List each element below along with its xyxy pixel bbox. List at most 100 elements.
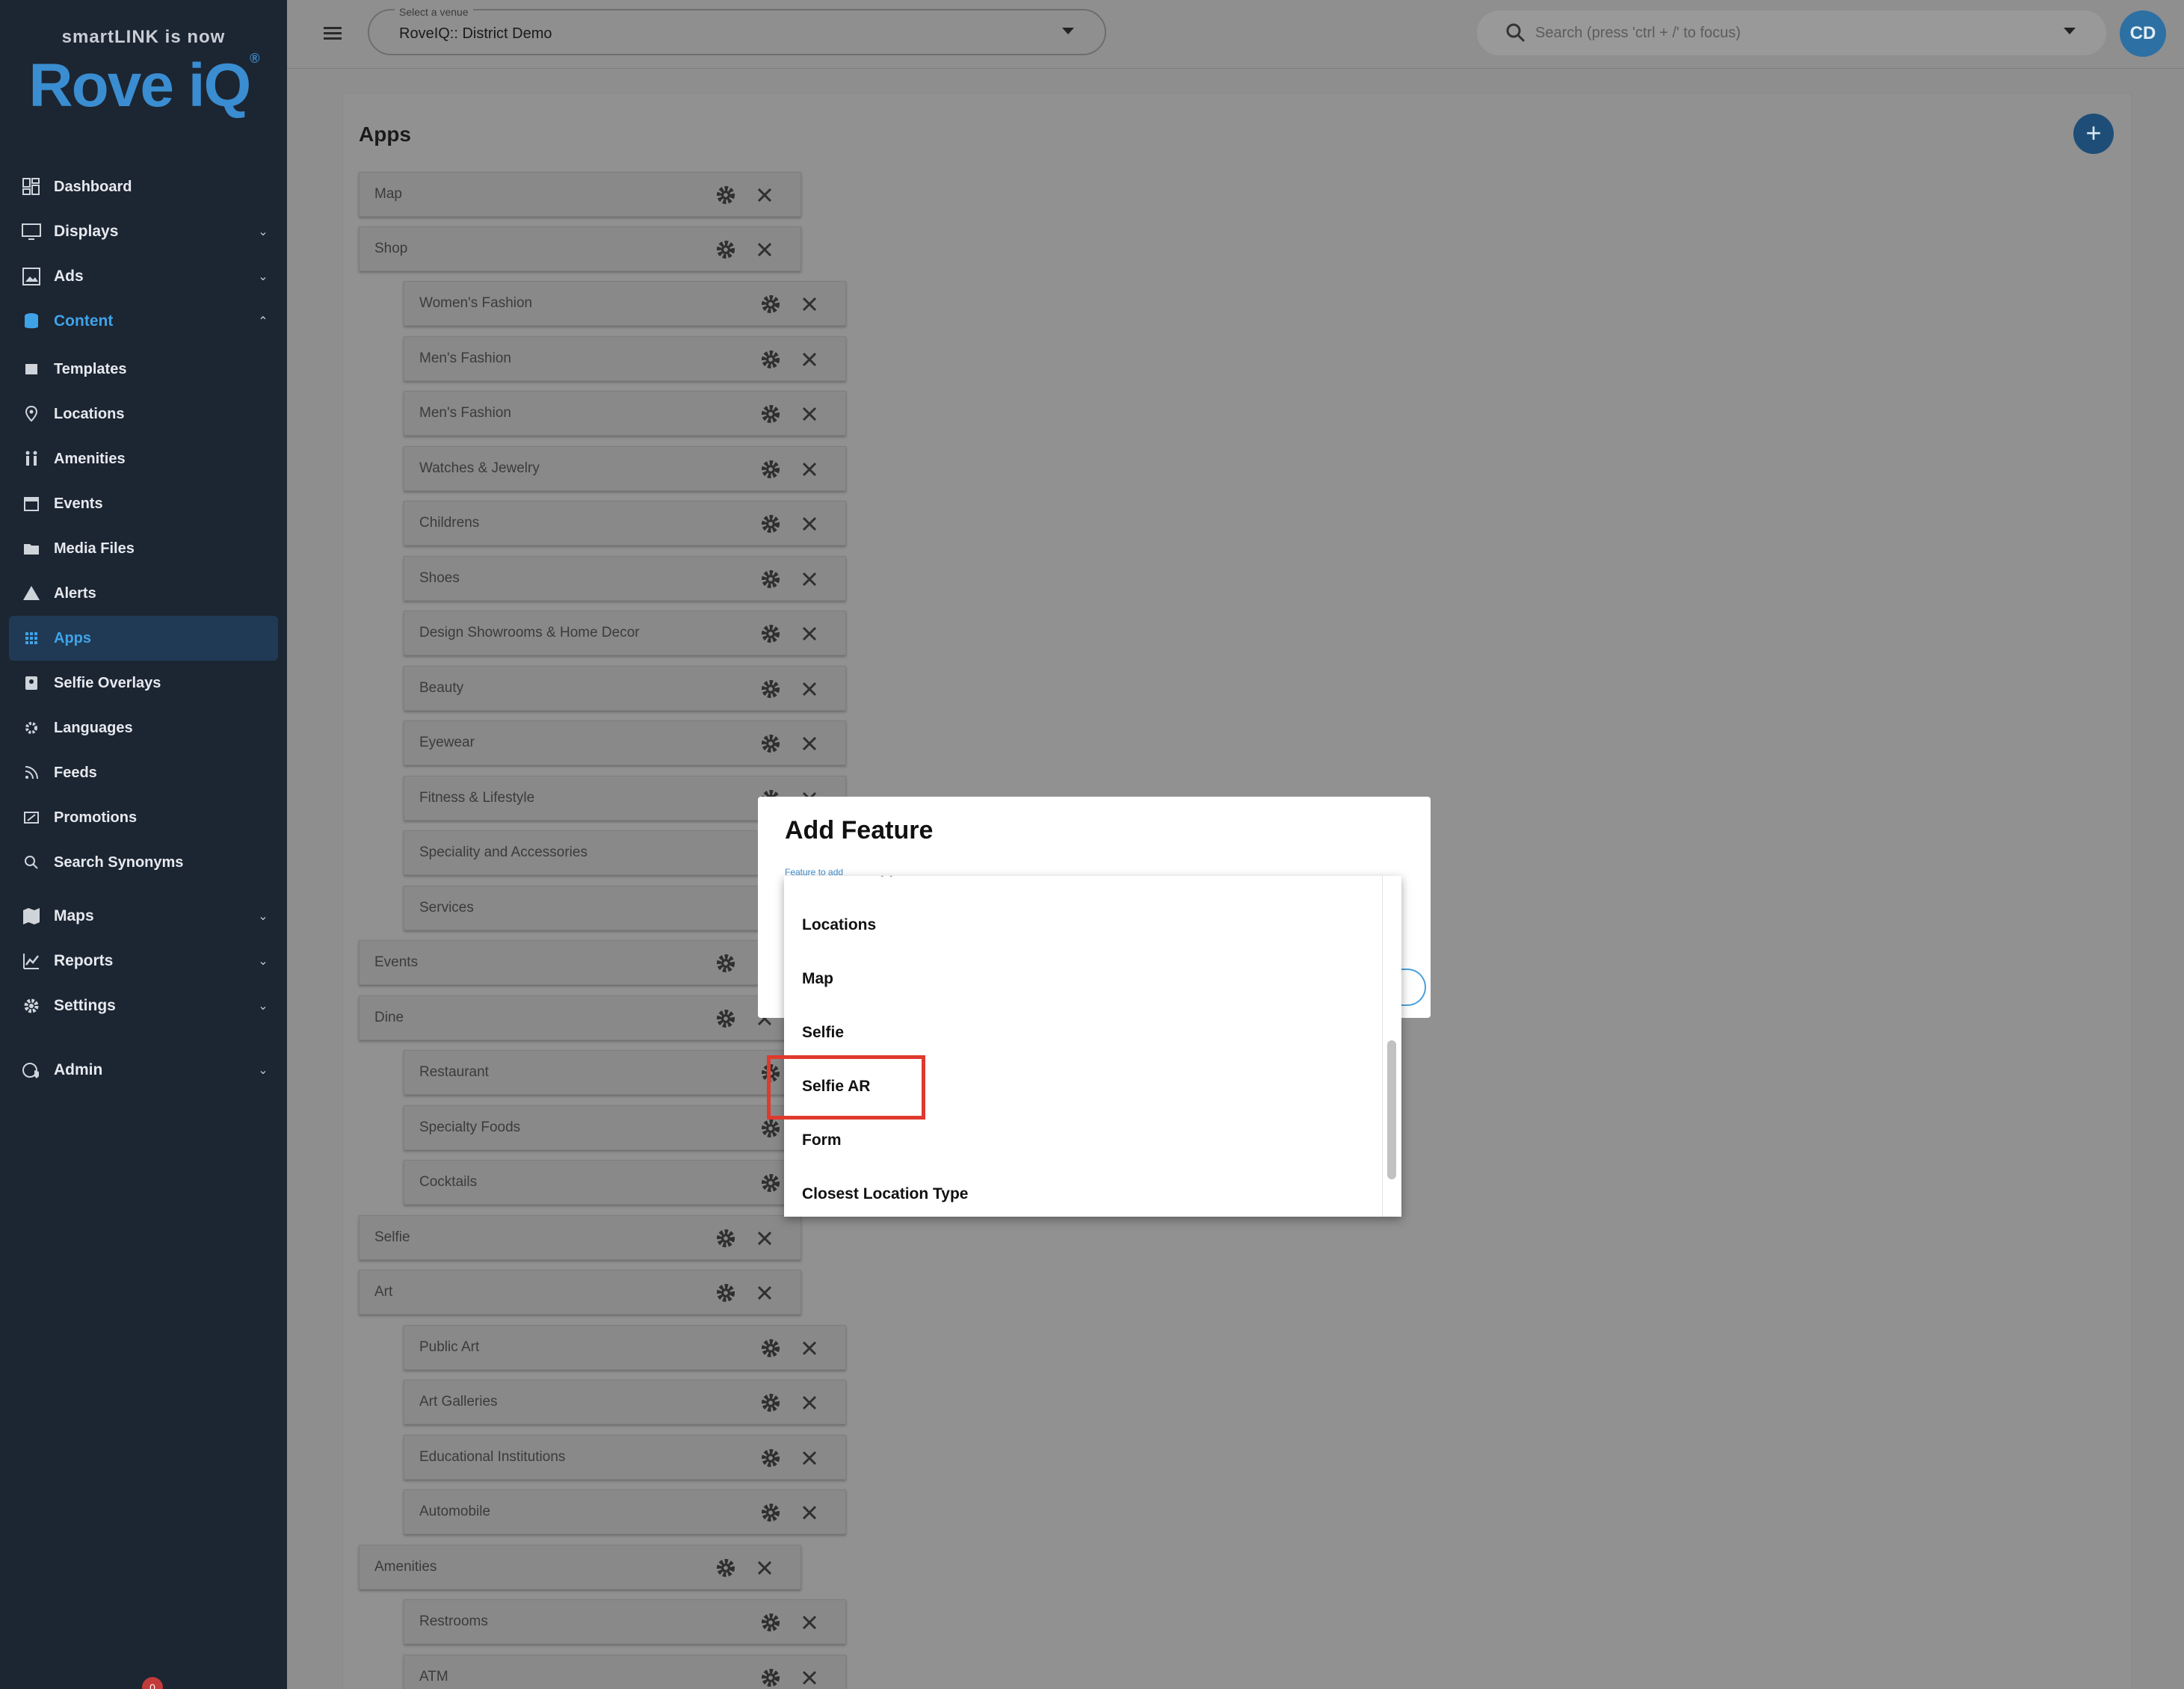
sidebar-item-media-files[interactable]: Media Files [9,526,278,571]
venue-select[interactable]: Select a venue RoveIQ:: District Demo [368,6,1106,55]
close-icon[interactable] [754,185,775,206]
feature-option[interactable]: Location Types [802,876,916,877]
feature-option[interactable]: Closest Location Type [802,1185,968,1203]
user-avatar[interactable]: CD [2120,10,2166,57]
gear-icon[interactable] [759,402,783,426]
gear-icon[interactable] [759,1446,783,1470]
sidebar-item-languages[interactable]: Languages [9,705,278,750]
app-item[interactable]: Shoes [404,556,846,601]
sidebar-item-content[interactable]: Content ⌃ [9,299,278,344]
close-icon[interactable] [799,1667,820,1688]
feature-option[interactable]: Map [802,970,833,988]
gear-icon[interactable] [759,1501,783,1525]
feature-options-list[interactable]: Location TypesLocationsMapSelfieSelfie A… [784,876,1401,1217]
sidebar-item-dashboard[interactable]: Dashboard [9,164,278,209]
gear-icon[interactable] [714,183,738,207]
gear-icon[interactable] [759,1336,783,1360]
notification-badge[interactable]: 0 [142,1677,163,1689]
gear-icon[interactable] [759,567,783,591]
add-feature-button[interactable]: + [2073,114,2114,154]
feature-option[interactable]: Locations [802,916,876,934]
gear-icon[interactable] [759,292,783,316]
gear-icon[interactable] [759,1391,783,1415]
global-search[interactable]: Search (press 'ctrl + /' to focus) [1477,10,2106,55]
app-item[interactable]: Map [359,172,801,217]
sidebar-item-templates[interactable]: Templates [9,347,278,392]
close-icon[interactable] [799,294,820,315]
app-item[interactable]: Events [359,940,801,985]
sidebar-item-settings[interactable]: Settings ⌄ [9,984,278,1028]
close-icon[interactable] [754,1282,775,1303]
close-icon[interactable] [754,239,775,260]
sidebar-item-search-synonyms[interactable]: Search Synonyms [9,840,278,885]
chevron-down-icon[interactable] [2063,27,2076,36]
app-item[interactable]: Automobile [404,1489,846,1534]
close-icon[interactable] [799,1612,820,1633]
gear-icon[interactable] [714,1007,738,1031]
app-item[interactable]: Beauty [404,666,846,711]
sidebar-item-events[interactable]: Events [9,481,278,526]
gear-icon[interactable] [759,1611,783,1634]
gear-icon[interactable] [759,1117,783,1140]
sidebar-item-admin[interactable]: Admin ⌄ [9,1048,278,1093]
gear-icon[interactable] [714,1281,738,1305]
app-item[interactable]: Eyewear [404,720,846,765]
sidebar-item-locations[interactable]: Locations [9,392,278,436]
feature-option[interactable]: Selfie [802,1024,844,1042]
gear-icon[interactable] [759,677,783,701]
close-icon[interactable] [799,623,820,644]
app-item[interactable]: Art [359,1270,801,1315]
sidebar-item-promotions[interactable]: Promotions [9,795,278,840]
close-icon[interactable] [799,459,820,480]
scrollbar-thumb[interactable] [1387,1040,1396,1179]
gear-icon[interactable] [759,512,783,536]
app-item[interactable]: Art Galleries [404,1380,846,1424]
close-icon[interactable] [799,513,820,534]
gear-icon[interactable] [759,1171,783,1195]
gear-icon[interactable] [759,622,783,646]
feature-option[interactable]: Form [802,1131,842,1149]
close-icon[interactable] [799,1338,820,1359]
app-item[interactable]: Men's Fashion [404,336,846,381]
search-input[interactable]: Search (press 'ctrl + /' to focus) [1535,25,1741,42]
dialog-action-button[interactable] [1401,969,1426,1006]
app-item[interactable]: Educational Institutions [404,1435,846,1480]
sidebar-item-alerts[interactable]: Alerts [9,571,278,616]
app-item[interactable]: Dine [359,995,801,1040]
gear-icon[interactable] [759,348,783,371]
close-icon[interactable] [799,733,820,754]
brand-logo[interactable]: smartLINK is now Rove iQ® [0,27,287,121]
gear-icon[interactable] [759,732,783,756]
close-icon[interactable] [799,569,820,590]
sidebar-item-feeds[interactable]: Feeds [9,750,278,795]
app-item[interactable]: Men's Fashion [404,391,846,436]
app-item[interactable]: Childrens [404,501,846,546]
gear-icon[interactable] [714,1556,738,1580]
close-icon[interactable] [799,1502,820,1523]
hamburger-menu-icon[interactable] [321,22,344,45]
close-icon[interactable] [799,679,820,700]
sidebar-item-ads[interactable]: Ads ⌄ [9,254,278,299]
close-icon[interactable] [799,349,820,370]
app-item[interactable]: Watches & Jewelry [404,446,846,491]
sidebar-item-selfie-overlays[interactable]: Selfie Overlays [9,661,278,705]
close-icon[interactable] [799,1392,820,1413]
sidebar-item-reports[interactable]: Reports ⌄ [9,939,278,984]
app-item[interactable]: Cocktails [404,1160,846,1205]
app-item[interactable]: Women's Fashion [404,281,846,326]
app-item[interactable]: ATM [404,1655,846,1689]
app-item[interactable]: Restrooms [404,1599,846,1644]
app-item[interactable]: Shop [359,226,801,271]
gear-icon[interactable] [759,1666,783,1689]
gear-icon[interactable] [759,457,783,481]
sidebar-item-amenities[interactable]: Amenities [9,436,278,481]
gear-icon[interactable] [714,1226,738,1250]
gear-icon[interactable] [714,238,738,262]
gear-icon[interactable] [714,951,738,975]
close-icon[interactable] [754,1228,775,1249]
close-icon[interactable] [799,404,820,424]
app-item[interactable]: Selfie [359,1215,801,1260]
app-item[interactable]: Amenities [359,1545,801,1590]
app-item[interactable]: Public Art [404,1325,846,1370]
sidebar-item-apps[interactable]: Apps [9,616,278,661]
